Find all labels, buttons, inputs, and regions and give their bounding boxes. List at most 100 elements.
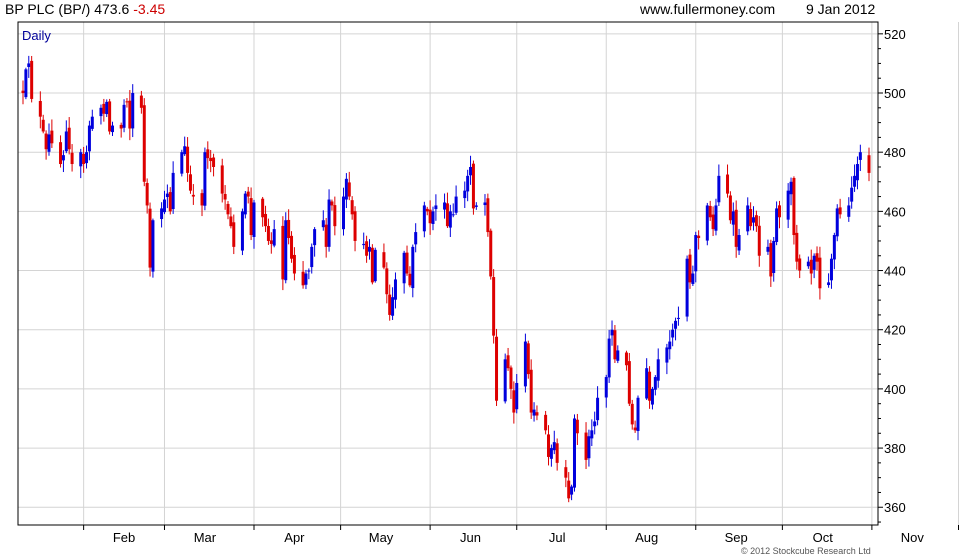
candle-body xyxy=(572,418,576,488)
candle-body xyxy=(313,229,317,246)
candle-body xyxy=(434,205,438,210)
candle-body xyxy=(226,203,230,215)
candle-body xyxy=(812,255,816,270)
candle-body xyxy=(552,442,556,451)
candle-body xyxy=(393,279,397,300)
candle-body xyxy=(567,480,571,499)
candle-body xyxy=(425,208,429,212)
candle-body xyxy=(624,352,628,366)
candle-body xyxy=(717,175,721,203)
candle-body xyxy=(203,152,207,206)
candle-body xyxy=(653,377,657,390)
candle-body xyxy=(171,172,175,210)
candle-body xyxy=(754,215,758,227)
candle-body xyxy=(151,220,155,272)
candle-body xyxy=(165,193,169,198)
candle-body xyxy=(726,174,730,194)
candle-body xyxy=(188,174,192,191)
x-tick-label: Oct xyxy=(813,530,834,545)
candle-body xyxy=(99,107,103,117)
x-tick-label: Jul xyxy=(549,530,566,545)
x-tick-label: Sep xyxy=(725,530,748,545)
candle-body xyxy=(82,153,86,165)
candle-body xyxy=(555,443,559,463)
candle-body xyxy=(142,105,146,182)
candle-body xyxy=(64,131,68,152)
candle-body xyxy=(495,336,499,401)
period-label: Daily xyxy=(22,28,51,43)
candle-body xyxy=(385,268,389,295)
candle-body xyxy=(506,355,510,369)
candle-body xyxy=(746,205,750,232)
candle-body xyxy=(492,277,496,336)
candle-body xyxy=(180,152,184,174)
candles xyxy=(21,55,871,503)
candle-body xyxy=(752,217,756,223)
y-tick-label: 400 xyxy=(884,382,906,397)
candle-body xyxy=(850,187,854,202)
candle-body xyxy=(59,142,63,165)
candle-body xyxy=(691,273,695,284)
candle-body xyxy=(145,182,149,206)
candle-body xyxy=(327,199,331,247)
candle-body xyxy=(827,282,831,286)
candle-body xyxy=(798,258,802,271)
candle-body xyxy=(168,192,172,212)
candle-body xyxy=(489,230,493,277)
candle-body xyxy=(411,246,415,289)
candle-body xyxy=(466,175,470,192)
candle-body xyxy=(223,193,227,200)
candle-body xyxy=(604,377,608,398)
candle-body xyxy=(847,205,851,217)
candle-body xyxy=(111,125,115,133)
candle-body xyxy=(249,198,253,236)
candle-body xyxy=(220,165,224,194)
candle-body xyxy=(443,202,447,210)
candlestick-chart: 360 380 400 420 440 460 480 500 520 Feb Mar Apr May… xyxy=(17,21,960,545)
candle-body xyxy=(408,273,412,286)
candle-body xyxy=(815,253,819,262)
candle-body xyxy=(186,146,190,173)
candle-body xyxy=(789,181,793,195)
candle-body xyxy=(451,214,455,216)
candle-body xyxy=(636,397,640,431)
candle-body xyxy=(139,95,143,108)
candle-body xyxy=(160,208,164,220)
candle-body xyxy=(697,235,701,238)
candle-body xyxy=(402,252,406,284)
candle-body xyxy=(388,294,392,315)
candle-body xyxy=(648,371,652,401)
candle-body xyxy=(287,219,291,238)
candle-body xyxy=(353,211,357,241)
candle-body xyxy=(79,152,83,167)
candle-body xyxy=(162,199,166,213)
candle-body xyxy=(304,273,308,285)
candle-body xyxy=(405,252,409,274)
x-tick-label: Aug xyxy=(635,530,658,545)
candle-body xyxy=(587,436,591,459)
candle-body xyxy=(67,127,71,150)
candle-body xyxy=(714,205,718,231)
candle-body xyxy=(523,341,527,387)
candle-body xyxy=(27,63,31,67)
candle-body xyxy=(341,196,345,230)
candle-body xyxy=(206,149,210,159)
x-axis: FebMarAprMayJunJulAugSepOctNovDec2012 xyxy=(83,525,960,545)
candle-body xyxy=(281,225,285,280)
candle-body xyxy=(772,240,776,273)
candle-body xyxy=(786,190,790,220)
candle-body xyxy=(350,200,354,215)
candle-body xyxy=(705,205,709,241)
candle-body xyxy=(818,257,822,289)
candle-body xyxy=(373,249,377,282)
candle-body xyxy=(212,157,216,167)
y-tick-label: 460 xyxy=(884,204,906,219)
candle-body xyxy=(269,240,273,244)
candle-body xyxy=(474,205,478,207)
candle-body xyxy=(749,209,753,227)
candle-body xyxy=(737,235,741,251)
candle-body xyxy=(102,103,106,114)
candle-body xyxy=(668,341,672,350)
y-axis: 360 380 400 420 440 460 480 500 520 xyxy=(878,27,906,523)
candle-body xyxy=(200,193,204,206)
